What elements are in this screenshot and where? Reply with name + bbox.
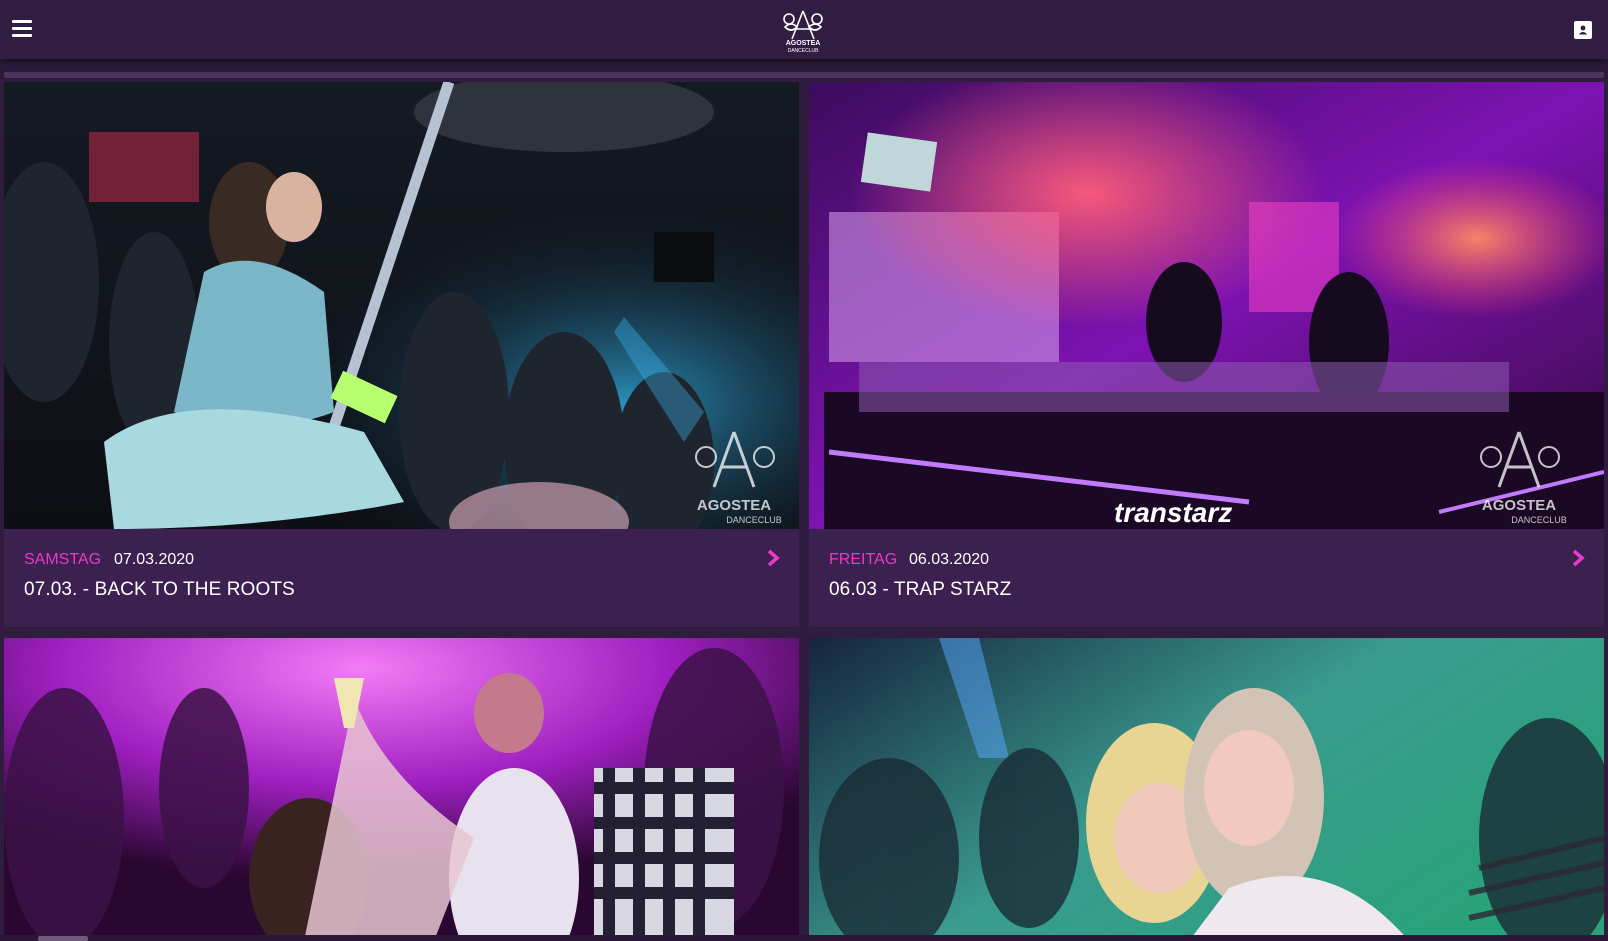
svg-text:DANCECLUB: DANCECLUB <box>726 515 782 525</box>
event-date: 06.03.2020 <box>909 551 990 568</box>
event-title: 06.03 - TRAP STARZ <box>829 579 1012 600</box>
svg-text:AGOSTEA: AGOSTEA <box>697 497 771 514</box>
event-info[interactable]: SAMSTAG 07.03.2020 07.03. - BACK TO THE … <box>4 529 799 627</box>
agostea-logo[interactable]: AGOSTEA DANCECLUB <box>777 7 829 54</box>
chevron-right-icon[interactable] <box>1572 549 1586 567</box>
event-day: FREITAG <box>829 551 898 568</box>
event-grid: AGOSTEA DANCECLUB SAMSTAG 07.03.2020 07.… <box>0 82 1608 941</box>
top-bar: AGOSTEA DANCECLUB <box>0 0 1608 59</box>
bottom-scroll-track[interactable] <box>0 935 1608 941</box>
event-card[interactable] <box>4 638 799 941</box>
svg-text:DANCECLUB: DANCECLUB <box>1511 515 1567 525</box>
bottom-scroll-thumb[interactable] <box>38 936 88 941</box>
event-card[interactable]: transtarz AGOSTEA DANCECLUB FREITAG 06.0… <box>809 82 1604 627</box>
event-date: 07.03.2020 <box>114 551 195 568</box>
event-photo[interactable]: transtarz AGOSTEA DANCECLUB <box>809 82 1604 529</box>
svg-text:AGOSTEA: AGOSTEA <box>786 40 821 47</box>
user-icon[interactable] <box>1574 21 1592 39</box>
event-card[interactable] <box>809 638 1604 941</box>
event-title: 07.03. - BACK TO THE ROOTS <box>24 579 295 600</box>
event-photo[interactable] <box>809 638 1604 941</box>
event-day: SAMSTAG <box>24 551 102 568</box>
svg-text:DANCECLUB: DANCECLUB <box>788 48 820 53</box>
svg-text:transtarz: transtarz <box>1114 497 1232 528</box>
hamburger-menu-icon[interactable] <box>12 20 32 37</box>
event-info[interactable]: FREITAG 06.03.2020 06.03 - TRAP STARZ <box>809 529 1604 627</box>
svg-text:AGOSTEA: AGOSTEA <box>1482 497 1556 514</box>
horizontal-scrollbar[interactable] <box>4 72 1604 78</box>
chevron-right-icon[interactable] <box>767 549 781 567</box>
event-card[interactable]: AGOSTEA DANCECLUB SAMSTAG 07.03.2020 07.… <box>4 82 799 627</box>
event-photo[interactable] <box>4 638 799 941</box>
event-photo[interactable]: AGOSTEA DANCECLUB <box>4 82 799 529</box>
